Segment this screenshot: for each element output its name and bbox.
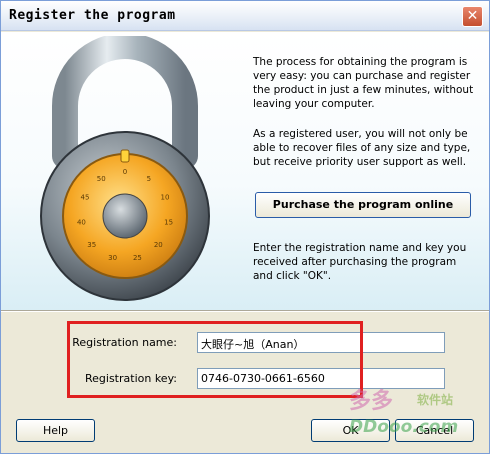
watermark: 多多 软件站 DDooo.com <box>289 373 485 443</box>
register-dialog: Register the program ✕ 0 5 10 15 20 25 3… <box>0 0 490 454</box>
window-title: Register the program <box>9 8 176 23</box>
dial-number: 15 <box>164 218 173 226</box>
watermark-url: DDooo.com <box>349 417 459 437</box>
purchase-button[interactable]: Purchase the program online <box>255 192 471 218</box>
dial-number: 40 <box>77 218 86 226</box>
info-panel: 0 5 10 15 20 25 30 35 40 45 50 The process for obt… <box>1 32 489 310</box>
dial-number: 0 <box>123 168 127 176</box>
padlock-icon: 0 5 10 15 20 25 30 35 40 45 50 <box>40 36 210 301</box>
separator <box>1 310 489 312</box>
dial-number: 50 <box>97 175 106 183</box>
intro-text: The process for obtaining the program is… <box>253 56 474 110</box>
title-bar: Register the program ✕ <box>1 1 489 31</box>
watermark-cn: 多多 <box>349 388 394 414</box>
dial-number: 35 <box>87 241 96 249</box>
close-button[interactable]: ✕ <box>462 6 483 27</box>
dial-number: 30 <box>108 254 117 262</box>
benefits-text: As a registered user, you will not only … <box>253 128 471 168</box>
watermark-sub: 软件站 <box>417 393 454 407</box>
dial-number: 45 <box>81 194 90 202</box>
dial-number: 25 <box>133 254 142 262</box>
dial-number: 5 <box>147 175 151 183</box>
instructions-text: Enter the registration name and key you … <box>253 242 467 282</box>
dial-number: 10 <box>161 194 170 202</box>
help-button[interactable]: Help <box>16 419 95 442</box>
dial-number: 20 <box>154 241 163 249</box>
